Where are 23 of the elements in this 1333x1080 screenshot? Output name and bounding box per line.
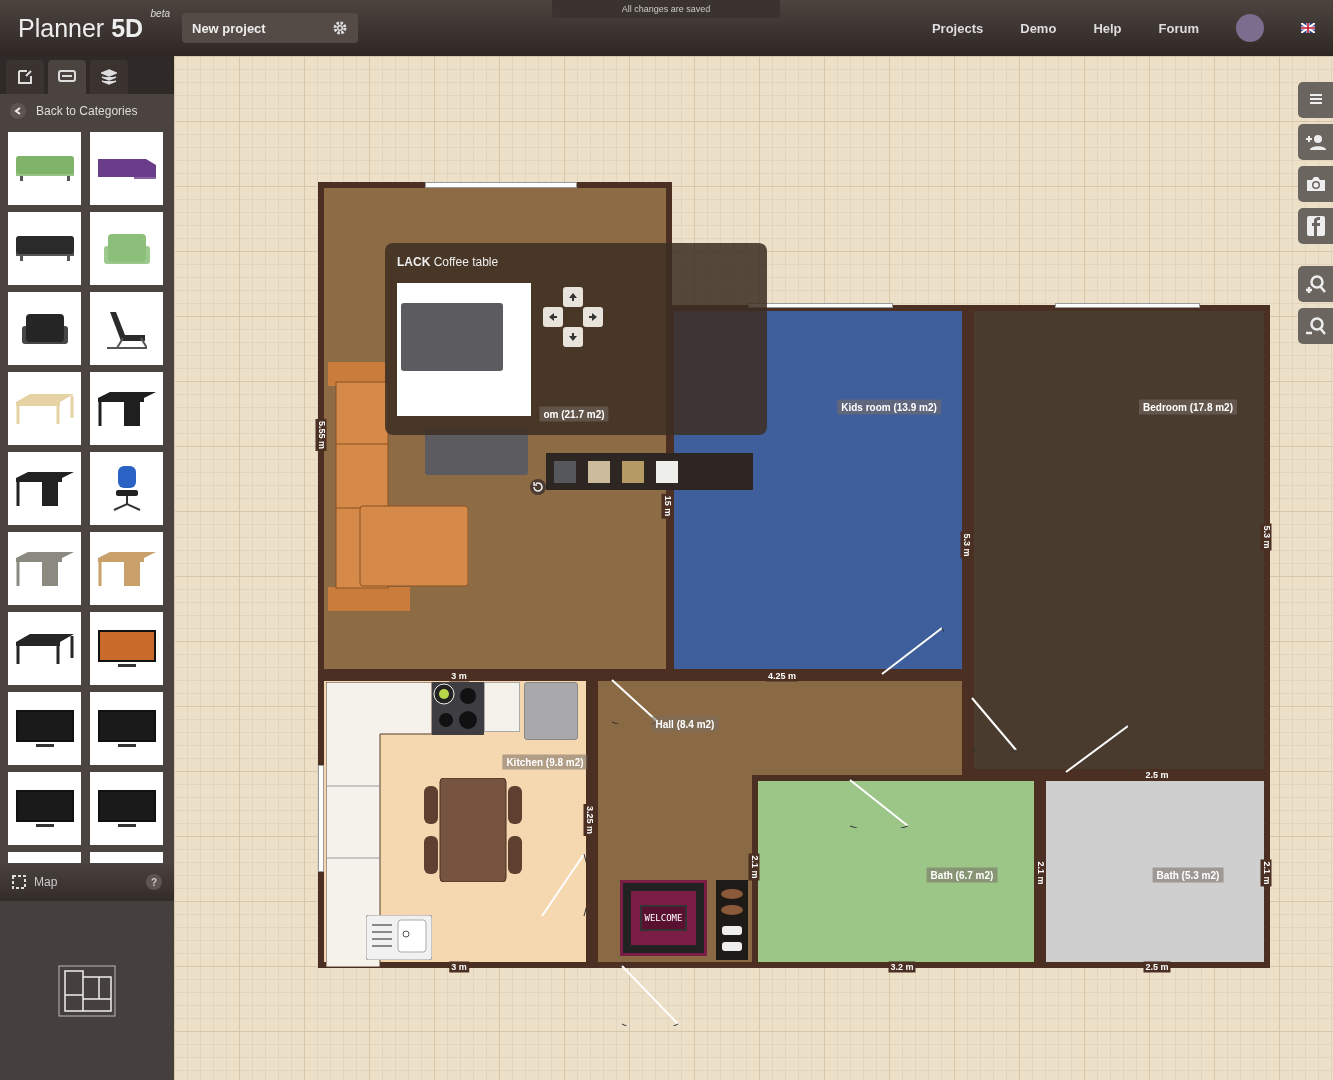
dimension-label: 3 m — [449, 670, 469, 682]
doormat-text: WELCOME — [639, 905, 688, 931]
dimension-label: 5.55 m — [315, 419, 327, 451]
dimension-label: 2.5 m — [1143, 961, 1171, 973]
dimension-label: 5.3 m — [1260, 523, 1272, 551]
dimension-label: 2.5 m — [1143, 769, 1171, 781]
room-label: Bath (5.3 m2) — [1152, 867, 1224, 883]
room-label: Kids room (13.9 m2) — [837, 399, 941, 415]
room-label: Bath (6.7 m2) — [926, 867, 998, 883]
dimension-label: 2.1 m — [1260, 859, 1272, 887]
beta-label: beta — [150, 7, 170, 19]
dimension-label: 15 m — [661, 493, 673, 519]
dimension-label: 3 m — [449, 961, 469, 973]
popup-title: LACK Coffee table — [397, 255, 500, 269]
dimension-label: 2.1 m — [748, 853, 760, 881]
room-label: Bedroom (17.8 m2) — [1139, 399, 1237, 415]
dimension-label: 4.25 m — [766, 670, 798, 682]
dimension-label: 3.2 m — [888, 961, 916, 973]
dimension-label: 3.25 m — [583, 804, 595, 836]
dimension-label: 5.3 m — [960, 531, 972, 559]
room-label: Hall (8.4 m2) — [651, 716, 719, 732]
room-label: Kitchen (9.8 m2) — [502, 754, 588, 770]
save-status: All changes are saved — [552, 0, 780, 18]
